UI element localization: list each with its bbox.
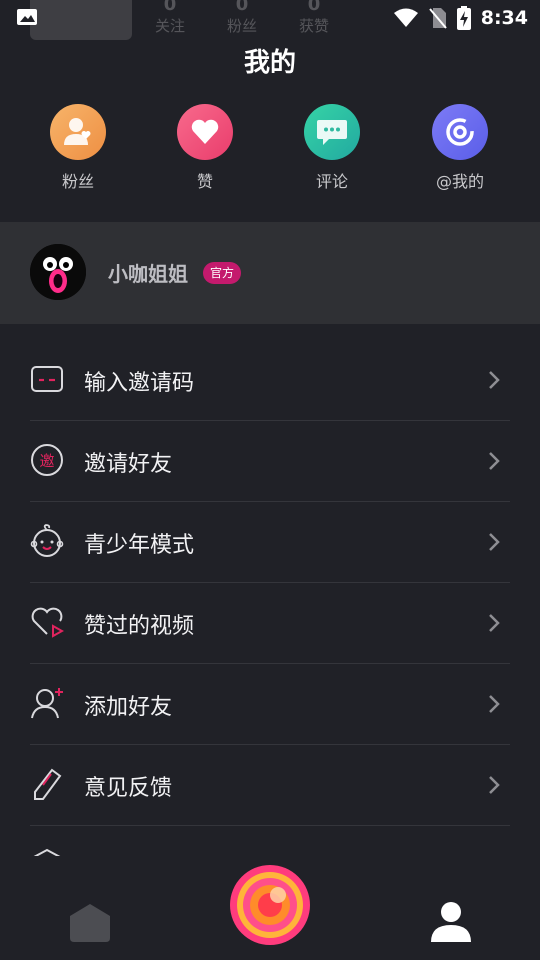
battery-charging-icon xyxy=(456,6,471,30)
menu-list: 输入邀请码 邀 邀请好友 青少年模式 赞过的视频 添加好友 意见反馈 xyxy=(30,340,510,866)
child-face-icon xyxy=(30,524,64,557)
official-name: 小咖姐姐 xyxy=(108,262,188,286)
quick-comments[interactable]: 评论 xyxy=(282,104,382,192)
fans-icon xyxy=(50,104,106,160)
profile-icon[interactable] xyxy=(429,900,473,944)
no-sim-icon xyxy=(428,8,447,29)
official-avatar xyxy=(30,244,86,300)
camera-record-icon[interactable] xyxy=(229,864,311,946)
chevron-right-icon xyxy=(489,695,500,713)
home-icon[interactable] xyxy=(68,902,112,944)
chevron-right-icon xyxy=(489,452,500,470)
chevron-right-icon xyxy=(489,533,500,551)
quick-likes[interactable]: 赞 xyxy=(155,104,255,192)
official-badge: 官方 xyxy=(203,262,242,284)
chevron-right-icon xyxy=(489,776,500,794)
official-account-card[interactable]: 小咖姐姐 官方 xyxy=(0,222,540,324)
menu-teen-mode[interactable]: 青少年模式 xyxy=(30,502,510,583)
quick-fans[interactable]: 粉丝 xyxy=(28,104,128,192)
menu-liked-videos[interactable]: 赞过的视频 xyxy=(30,583,510,664)
bottom-nav xyxy=(0,856,540,960)
clock: 8:34 xyxy=(480,7,528,29)
comment-icon xyxy=(304,104,360,160)
at-icon xyxy=(432,104,488,160)
image-notification-icon xyxy=(17,9,37,25)
pen-icon xyxy=(34,768,62,800)
heart-icon xyxy=(177,104,233,160)
wifi-icon xyxy=(393,8,418,27)
page-title: 我的 xyxy=(243,48,296,78)
quick-mentions[interactable]: @我的 xyxy=(410,104,510,192)
status-bar: 8:34 xyxy=(0,0,540,36)
svg-text:邀: 邀 xyxy=(39,452,54,470)
chevron-right-icon xyxy=(489,614,500,632)
invite-icon: 邀 xyxy=(31,444,63,476)
menu-add-friend[interactable]: 添加好友 xyxy=(30,664,510,745)
liked-video-icon xyxy=(31,607,64,638)
invite-code-icon xyxy=(31,366,63,392)
menu-feedback[interactable]: 意见反馈 xyxy=(30,745,510,826)
menu-invite-code[interactable]: 输入邀请码 xyxy=(30,340,510,421)
chevron-right-icon xyxy=(489,371,500,389)
menu-invite-friends[interactable]: 邀 邀请好友 xyxy=(30,421,510,502)
add-friend-icon xyxy=(31,688,63,719)
quick-actions: 粉丝 赞 评论 @我的 xyxy=(0,104,540,204)
